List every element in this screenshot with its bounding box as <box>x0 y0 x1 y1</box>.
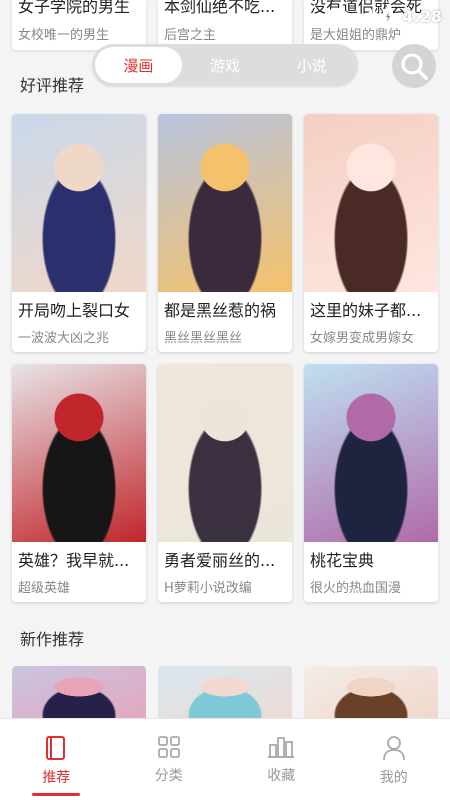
status-time: 4:28 <box>402 6 442 26</box>
status-bar: 4:28 <box>326 4 442 28</box>
comic-cover <box>304 114 438 292</box>
top-card-subtitle: 后宫之主 <box>164 28 217 43</box>
top-card[interactable]: 本剑仙绝不吃... 后宫之主 <box>158 0 292 50</box>
comic-subtitle: 黑丝黑丝黑丝 <box>164 331 243 346</box>
bookshelf-icon <box>268 737 295 758</box>
top-card-title: 本剑仙绝不吃... <box>164 0 276 16</box>
top-card-title: 女子学院的男生 <box>18 0 131 16</box>
comic-title: 都是黑丝惹的祸 <box>164 301 277 320</box>
tab-comics[interactable]: 漫画 <box>95 47 182 83</box>
nav-label: 收藏 <box>267 768 296 784</box>
app-screen: 女子学院的男生 女校唯一的男生 本剑仙绝不吃... 后宫之主 没有道侣就会死 是… <box>0 0 450 800</box>
nav-recommend[interactable]: 推荐 <box>0 719 113 800</box>
content-type-tabs: 漫画 游戏 小说 <box>92 44 358 86</box>
book-icon <box>46 736 66 760</box>
comic-card[interactable]: 桃花宝典 很火的热血国漫 <box>304 364 438 602</box>
comic-card[interactable]: 都是黑丝惹的祸 黑丝黑丝黑丝 <box>158 114 292 352</box>
comic-card[interactable]: 开局吻上裂口女 一波波大凶之兆 <box>12 114 146 352</box>
comic-card[interactable]: 英雄？我早就... 超级英雄 <box>12 364 146 602</box>
recommended-grid: 开局吻上裂口女 一波波大凶之兆 都是黑丝惹的祸 黑丝黑丝黑丝 这里的妹子都...… <box>12 114 438 602</box>
comic-subtitle: 女嫁男变成男嫁女 <box>310 331 415 346</box>
signal-icon <box>358 9 373 23</box>
top-card[interactable]: 女子学院的男生 女校唯一的男生 <box>12 0 146 50</box>
nav-label: 分类 <box>154 768 183 784</box>
search-icon <box>401 53 428 80</box>
tab-novels[interactable]: 小说 <box>268 47 355 83</box>
comic-title: 桃花宝典 <box>310 551 375 570</box>
comic-cover <box>12 364 146 542</box>
search-button[interactable] <box>392 44 436 88</box>
comic-cover <box>158 364 292 542</box>
comic-subtitle: 一波波大凶之兆 <box>18 331 110 346</box>
comic-subtitle: 很火的热血国漫 <box>310 581 402 596</box>
section-title-recommended: 好评推荐 <box>20 76 85 95</box>
section-title-new: 新作推荐 <box>20 630 85 649</box>
comic-title: 勇者爱丽丝的... <box>164 551 276 570</box>
comic-title: 开局吻上裂口女 <box>18 301 131 320</box>
top-card-subtitle: 女校唯一的男生 <box>18 28 110 43</box>
wifi-icon <box>327 8 348 24</box>
nav-favorites[interactable]: 收藏 <box>225 719 338 800</box>
active-indicator <box>32 793 81 796</box>
comic-cover <box>12 114 146 292</box>
battery-icon <box>383 7 394 25</box>
comic-subtitle: 超级英雄 <box>18 581 71 596</box>
tab-games[interactable]: 游戏 <box>182 47 269 83</box>
bottom-nav: 推荐 分类 收藏 我的 <box>0 718 450 800</box>
comic-card[interactable]: 勇者爱丽丝的... H萝莉小说改编 <box>158 364 292 602</box>
comic-card[interactable]: 这里的妹子都... 女嫁男变成男嫁女 <box>304 114 438 352</box>
comic-cover <box>158 114 292 292</box>
nav-profile[interactable]: 我的 <box>338 719 450 800</box>
comic-title: 这里的妹子都... <box>310 301 422 320</box>
comic-title: 英雄？我早就... <box>18 551 130 570</box>
nav-label: 我的 <box>379 770 408 786</box>
comic-cover <box>304 364 438 542</box>
nav-category[interactable]: 分类 <box>113 719 226 800</box>
grid-icon <box>157 736 180 758</box>
nav-label: 推荐 <box>42 770 71 786</box>
comic-subtitle: H萝莉小说改编 <box>164 581 252 596</box>
user-icon <box>382 736 405 761</box>
